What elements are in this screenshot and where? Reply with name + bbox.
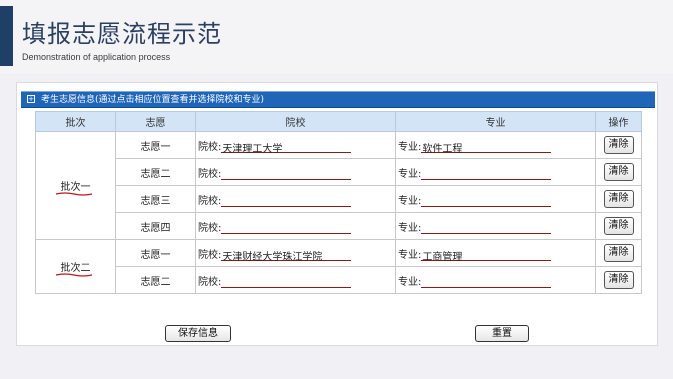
action-cell: 清除 [595, 158, 642, 186]
major-field[interactable]: 软件工程 [421, 140, 552, 155]
school-field[interactable] [221, 167, 352, 180]
action-cell: 清除 [595, 131, 642, 159]
choice-cell: 志愿四 [115, 212, 196, 240]
major-cell[interactable]: 专业: [395, 266, 596, 294]
handwritten-underline [55, 273, 92, 277]
batch-label: 批次二 [55, 259, 92, 277]
choice-cell: 志愿一 [115, 239, 196, 267]
slide-header: 填报志愿流程示范 Demonstration of application pr… [0, 0, 673, 74]
col-header-action: 操作 [595, 111, 642, 132]
table-row: 志愿三 院校: 专业: 清除 [36, 185, 642, 213]
action-cell: 清除 [595, 239, 642, 267]
school-cell[interactable]: 院校:天津财经大学珠江学院 [195, 239, 396, 267]
school-cell[interactable]: 院校: [195, 158, 396, 186]
action-cell: 清除 [595, 212, 642, 240]
major-field[interactable] [421, 167, 552, 180]
action-cell: 清除 [595, 185, 642, 213]
table-row: 批次二 志愿一 院校:天津财经大学珠江学院 专业:工商管理 清除 [35, 239, 642, 294]
clear-button[interactable]: 清除 [603, 163, 634, 181]
page-subtitle: Demonstration of application process [22, 52, 171, 62]
school-field[interactable]: 天津财经大学珠江学院 [221, 248, 352, 263]
section-header-bar[interactable]: + 考生志愿信息(通过点击相应位置查看并选择院校和专业) [21, 91, 655, 108]
application-table: 批次 志愿 院校 专业 操作 批次一 志愿一 院校:天津理工大学 专业:软件工程 [35, 111, 642, 294]
save-button[interactable]: 保存信息 [165, 325, 231, 342]
school-cell[interactable]: 院校: [195, 212, 396, 240]
clear-button[interactable]: 清除 [603, 136, 634, 154]
batch-cell: 批次二 [35, 239, 116, 294]
clear-button[interactable]: 清除 [603, 271, 634, 289]
plus-box-icon[interactable]: + [27, 94, 35, 103]
school-field[interactable] [221, 221, 352, 234]
major-field[interactable]: 工商管理 [421, 248, 552, 263]
school-cell[interactable]: 院校:天津理工大学 [195, 131, 396, 159]
action-cell: 清除 [595, 266, 642, 294]
major-field[interactable] [421, 194, 552, 207]
major-field[interactable] [421, 275, 552, 288]
major-cell[interactable]: 专业:软件工程 [395, 131, 596, 159]
reset-button[interactable]: 重置 [475, 325, 529, 342]
page-title: 填报志愿流程示范 [22, 20, 222, 48]
batch-label: 批次一 [55, 178, 92, 196]
col-header-school: 院校 [195, 111, 396, 132]
school-field[interactable] [221, 194, 352, 207]
table-row: 志愿二 院校: 专业: 清除 [36, 266, 642, 294]
choice-cell: 志愿二 [115, 266, 196, 294]
table-row: 批次一 志愿一 院校:天津理工大学 专业:软件工程 清除 [35, 131, 642, 240]
table-row: 志愿二 院校: 专业: 清除 [36, 158, 642, 186]
col-header-choice: 志愿 [115, 111, 196, 132]
table-row: 志愿四 院校: 专业: 清除 [36, 212, 642, 240]
accent-bar [0, 6, 13, 66]
major-cell[interactable]: 专业: [395, 185, 596, 213]
clear-button[interactable]: 清除 [603, 217, 634, 235]
choice-cell: 志愿一 [115, 131, 196, 159]
batch-cell: 批次一 [35, 131, 116, 240]
choice-cell: 志愿二 [115, 158, 196, 186]
school-cell[interactable]: 院校: [195, 266, 396, 294]
choice-cell: 志愿三 [115, 185, 196, 213]
application-panel: + 考生志愿信息(通过点击相应位置查看并选择院校和专业) 批次 志愿 院校 专业 … [16, 82, 658, 346]
col-header-major: 专业 [395, 111, 596, 132]
clear-button[interactable]: 清除 [603, 190, 634, 208]
major-cell[interactable]: 专业: [395, 158, 596, 186]
major-cell[interactable]: 专业:工商管理 [395, 239, 596, 267]
col-header-batch: 批次 [35, 111, 116, 132]
section-header-label: 考生志愿信息(通过点击相应位置查看并选择院校和专业) [41, 95, 265, 105]
major-field[interactable] [421, 221, 552, 234]
table-header-row: 批次 志愿 院校 专业 操作 [35, 111, 642, 132]
school-field[interactable] [221, 275, 352, 288]
school-cell[interactable]: 院校: [195, 185, 396, 213]
handwritten-underline [55, 192, 92, 196]
school-field[interactable]: 天津理工大学 [221, 140, 352, 155]
clear-button[interactable]: 清除 [603, 244, 634, 262]
major-cell[interactable]: 专业: [395, 212, 596, 240]
